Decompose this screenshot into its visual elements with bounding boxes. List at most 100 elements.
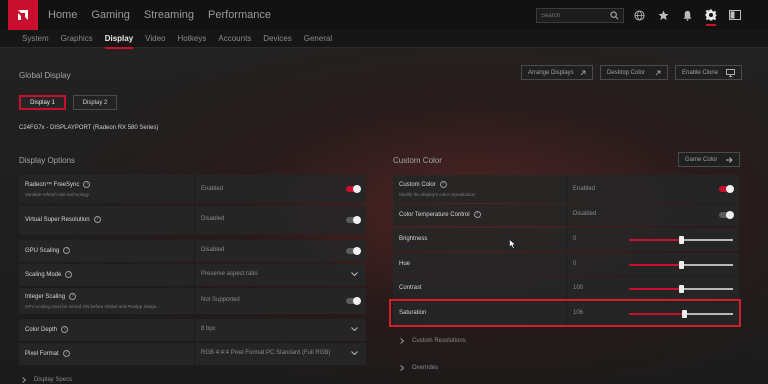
sidebar-panel-icon[interactable] <box>728 7 742 23</box>
brightness-slider[interactable] <box>629 236 733 244</box>
custom-resolutions-toggle[interactable]: Custom Resolutions <box>400 338 466 344</box>
integer-scaling-label-wrap: Integer Scaling? <box>25 293 77 300</box>
display-specs-toggle[interactable]: Display Specs <box>22 377 72 383</box>
desktop-color-label: Desktop Color <box>607 69 646 76</box>
vsr-row: Virtual Super Resolution? Disabled <box>19 206 366 234</box>
star-icon[interactable] <box>656 7 670 23</box>
tab-display[interactable]: Display <box>104 32 134 49</box>
color-depth-value: 8 bpc <box>201 326 216 332</box>
help-icon[interactable]: ? <box>65 271 73 278</box>
nav-performance[interactable]: Performance <box>208 9 271 21</box>
help-icon[interactable]: ? <box>63 247 71 254</box>
external-arrow-icon <box>580 70 586 75</box>
divider <box>194 264 195 286</box>
top-bar: Home Gaming Streaming Performance <box>0 0 768 30</box>
tab-hotkeys[interactable]: Hotkeys <box>177 32 206 45</box>
contrast-slider[interactable] <box>629 285 733 293</box>
integer-scaling-toggle[interactable] <box>346 297 361 305</box>
custom-color-value: Enabled <box>573 186 596 192</box>
chevron-down-icon[interactable] <box>351 272 358 277</box>
contrast-row: Contrast 100 <box>393 277 739 300</box>
game-color-button[interactable]: Game Color <box>678 152 740 167</box>
contrast-label: Contrast <box>399 285 422 291</box>
help-icon[interactable]: ? <box>61 326 69 333</box>
color-temp-label-wrap: Color Temperature Control? <box>399 211 481 218</box>
gpu-scaling-row: GPU Scaling? Disabled <box>19 240 366 262</box>
color-depth-row[interactable]: Color Depth? 8 bpc <box>19 319 366 341</box>
search-box[interactable] <box>536 8 624 23</box>
custom-color-row: Custom Color? Modify the display's color… <box>393 175 739 203</box>
help-icon[interactable]: ? <box>69 293 77 300</box>
monitor-icon <box>726 68 735 77</box>
vsr-label: Virtual Super Resolution <box>25 216 90 223</box>
enable-clone-button[interactable]: Enable Clone <box>675 65 742 80</box>
divider <box>566 204 567 226</box>
help-icon[interactable]: ? <box>83 181 91 188</box>
display-1-button[interactable]: Display 1 <box>19 95 66 110</box>
tab-system[interactable]: System <box>22 32 49 45</box>
tab-accounts[interactable]: Accounts <box>218 32 251 45</box>
custom-color-title: Custom Color <box>393 156 442 165</box>
color-temp-toggle[interactable] <box>719 211 734 219</box>
hue-label: Hue <box>399 261 411 267</box>
scaling-mode-value: Preserve aspect ratio <box>201 271 258 277</box>
help-icon[interactable]: ? <box>62 350 70 357</box>
tab-devices[interactable]: Devices <box>263 32 291 45</box>
active-indicator <box>706 24 716 26</box>
scaling-mode-row[interactable]: Scaling Mode? Preserve aspect ratio <box>19 264 366 286</box>
desktop-color-button[interactable]: Desktop Color <box>600 65 668 80</box>
slider-thumb[interactable] <box>678 261 684 269</box>
tab-graphics[interactable]: Graphics <box>61 32 93 45</box>
freesync-value: Enabled <box>201 186 224 192</box>
chevron-down-icon[interactable] <box>351 351 358 356</box>
divider <box>194 175 195 203</box>
enable-clone-label: Enable Clone <box>682 69 719 76</box>
tab-video[interactable]: Video <box>145 32 165 45</box>
hue-slider[interactable] <box>629 261 733 269</box>
overrides-toggle[interactable]: Overrides <box>400 365 438 371</box>
pixel-format-row[interactable]: Pixel Format? RGB 4:4:4 Pixel Format PC … <box>19 343 366 365</box>
nav-gaming[interactable]: Gaming <box>91 9 130 21</box>
globe-icon[interactable] <box>632 7 646 23</box>
scaling-mode-label: Scaling Mode <box>25 271 62 278</box>
external-arrow-icon <box>655 70 661 75</box>
chevron-down-icon[interactable] <box>351 327 358 332</box>
gear-icon[interactable] <box>704 7 718 26</box>
slider-thumb[interactable] <box>678 285 684 293</box>
freesync-label: Radeon™ FreeSync <box>25 181 80 188</box>
amd-logo[interactable] <box>8 0 38 30</box>
divider <box>566 253 567 276</box>
saturation-highlight-annotation <box>389 299 741 327</box>
search-input[interactable] <box>541 12 605 19</box>
arrange-displays-button[interactable]: Arrange Displays <box>521 65 593 80</box>
gpu-scaling-label: GPU Scaling <box>25 247 60 254</box>
slider-thumb[interactable] <box>678 236 684 244</box>
nav-home[interactable]: Home <box>48 9 77 21</box>
freesync-toggle[interactable] <box>346 185 361 193</box>
display-2-button[interactable]: Display 2 <box>73 95 117 110</box>
gpu-scaling-toggle[interactable] <box>346 247 361 255</box>
arrow-right-icon <box>726 156 733 163</box>
custom-color-toggle[interactable] <box>719 185 734 193</box>
color-depth-label-wrap: Color Depth? <box>25 326 69 333</box>
display-specs-label: Display Specs <box>34 377 73 383</box>
search-icon[interactable] <box>610 11 619 22</box>
pixel-format-label-wrap: Pixel Format? <box>25 350 70 357</box>
help-icon[interactable]: ? <box>439 181 447 188</box>
nav-streaming[interactable]: Streaming <box>144 9 194 21</box>
slider-fill <box>629 288 681 290</box>
bell-icon[interactable] <box>680 7 694 23</box>
custom-resolutions-label: Custom Resolutions <box>412 338 466 344</box>
divider <box>566 175 567 203</box>
custom-color-label: Custom Color <box>399 181 436 188</box>
help-icon[interactable]: ? <box>473 211 481 218</box>
vsr-toggle[interactable] <box>346 216 361 224</box>
mouse-cursor-icon <box>509 239 516 249</box>
top-icons <box>632 7 742 26</box>
gpu-scaling-value: Disabled <box>201 247 225 253</box>
custom-color-sublabel: Modify the display's color reproduction <box>399 192 476 197</box>
brightness-label: Brightness <box>399 236 428 242</box>
tab-general[interactable]: General <box>304 32 332 45</box>
display-options-title: Display Options <box>19 156 76 165</box>
help-icon[interactable]: ? <box>93 216 101 223</box>
